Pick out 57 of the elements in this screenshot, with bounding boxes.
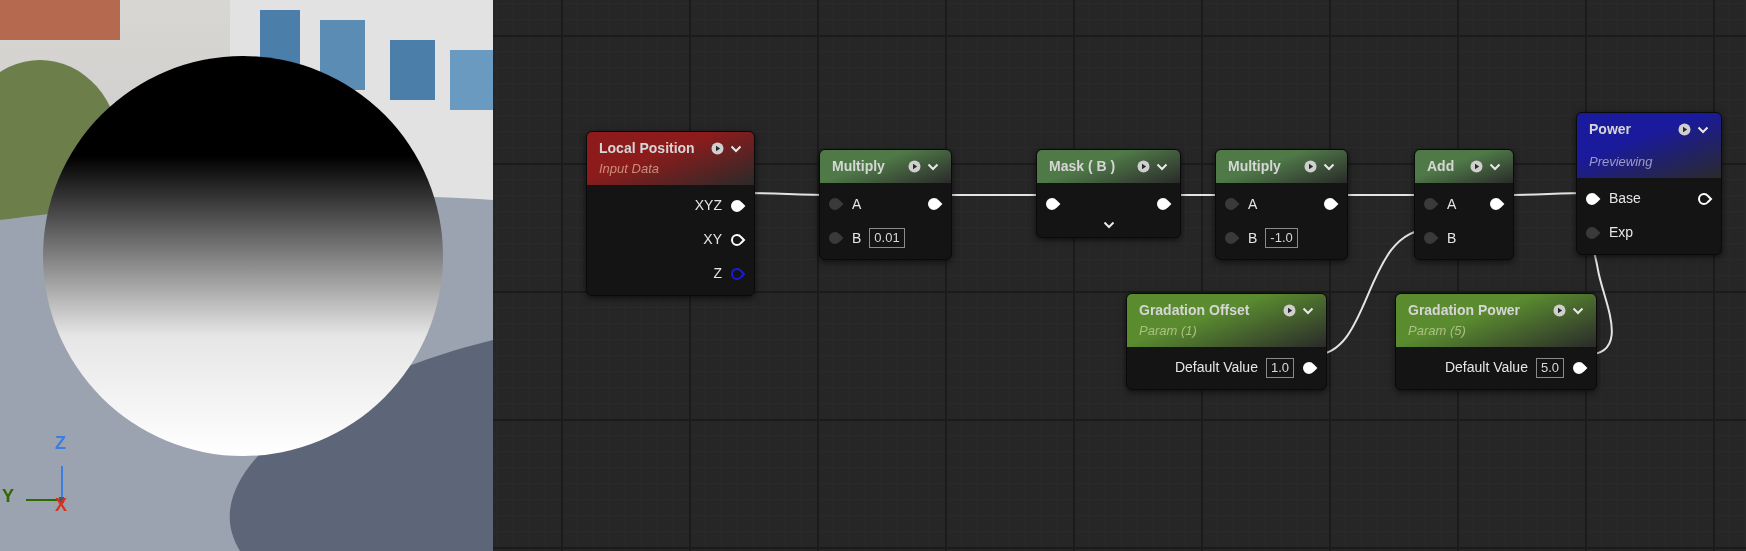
pin-label: Base bbox=[1609, 189, 1641, 208]
preview-icon[interactable] bbox=[1553, 304, 1566, 317]
pin-label: B bbox=[1447, 228, 1457, 248]
chevron-down-icon[interactable] bbox=[1302, 306, 1314, 315]
chevron-down-icon[interactable] bbox=[1323, 162, 1335, 171]
node-title: Multiply bbox=[832, 157, 886, 176]
graph-node[interactable]: Mask ( B ) bbox=[1036, 149, 1181, 238]
axis-label: X bbox=[55, 494, 67, 517]
graph-node[interactable]: Gradation Power Param (5) Default Value 5.0 bbox=[1395, 293, 1597, 390]
pin-label: B bbox=[852, 228, 862, 248]
pin-label: XYZ bbox=[694, 196, 722, 215]
value-field[interactable]: 1.0 bbox=[1265, 357, 1294, 378]
pin-label: A bbox=[852, 194, 862, 214]
graph-node[interactable]: Add A B bbox=[1414, 149, 1514, 260]
axis-label: Y bbox=[2, 485, 14, 508]
chevron-down-icon[interactable] bbox=[1697, 125, 1709, 134]
node-title: Add bbox=[1427, 157, 1456, 176]
pin-label: A bbox=[1248, 194, 1258, 214]
axis-label: Z bbox=[55, 432, 66, 455]
node-title: Local Position bbox=[599, 139, 696, 158]
node-title: Multiply bbox=[1228, 157, 1282, 176]
node-subtitle: Input Data bbox=[599, 160, 660, 178]
pin-label: Default Value bbox=[1174, 358, 1258, 377]
graph-node[interactable]: Gradation Offset Param (1) Default Value 1.0 bbox=[1126, 293, 1327, 390]
preview-icon[interactable] bbox=[1470, 160, 1483, 173]
chevron-down-icon[interactable] bbox=[927, 162, 939, 171]
value-field[interactable]: -1.0 bbox=[1265, 228, 1298, 248]
expand-icon[interactable] bbox=[1102, 221, 1115, 229]
graph-node[interactable]: Local Position Input Data XYZ XY Z bbox=[586, 131, 755, 296]
preview-icon[interactable] bbox=[1678, 123, 1691, 136]
value-field[interactable]: 5.0 bbox=[1535, 357, 1564, 378]
graph-node[interactable]: Multiply A B -1.0 bbox=[1215, 149, 1348, 260]
node-title: Mask ( B ) bbox=[1049, 157, 1117, 176]
graph-node[interactable]: Power Previewing Base Exp bbox=[1576, 112, 1722, 255]
node-title: Gradation Power bbox=[1408, 301, 1522, 320]
node-subtitle: Param (1) bbox=[1139, 322, 1198, 340]
pin-label: Default Value bbox=[1444, 358, 1528, 377]
node-subtitle: Previewing bbox=[1589, 153, 1654, 171]
node-subtitle: Param (5) bbox=[1408, 322, 1467, 340]
chevron-down-icon[interactable] bbox=[1156, 162, 1168, 171]
chevron-down-icon[interactable] bbox=[730, 144, 742, 153]
pin-label: A bbox=[1447, 194, 1457, 214]
pin-label: Z bbox=[713, 264, 722, 283]
graph-node[interactable]: Multiply A B 0.01 bbox=[819, 149, 952, 260]
pin-label: B bbox=[1248, 228, 1258, 248]
chevron-down-icon[interactable] bbox=[1572, 306, 1584, 315]
node-title: Gradation Offset bbox=[1139, 301, 1251, 320]
preview-icon[interactable] bbox=[1283, 304, 1296, 317]
value-field[interactable]: 0.01 bbox=[869, 228, 905, 248]
chevron-down-icon[interactable] bbox=[1489, 162, 1501, 171]
node-title: Power bbox=[1589, 120, 1632, 139]
preview-icon[interactable] bbox=[908, 160, 921, 173]
preview-icon[interactable] bbox=[1137, 160, 1150, 173]
preview-icon[interactable] bbox=[711, 142, 724, 155]
preview-icon[interactable] bbox=[1304, 160, 1317, 173]
pin-label: Exp bbox=[1609, 223, 1634, 242]
pin-label: XY bbox=[703, 230, 722, 249]
